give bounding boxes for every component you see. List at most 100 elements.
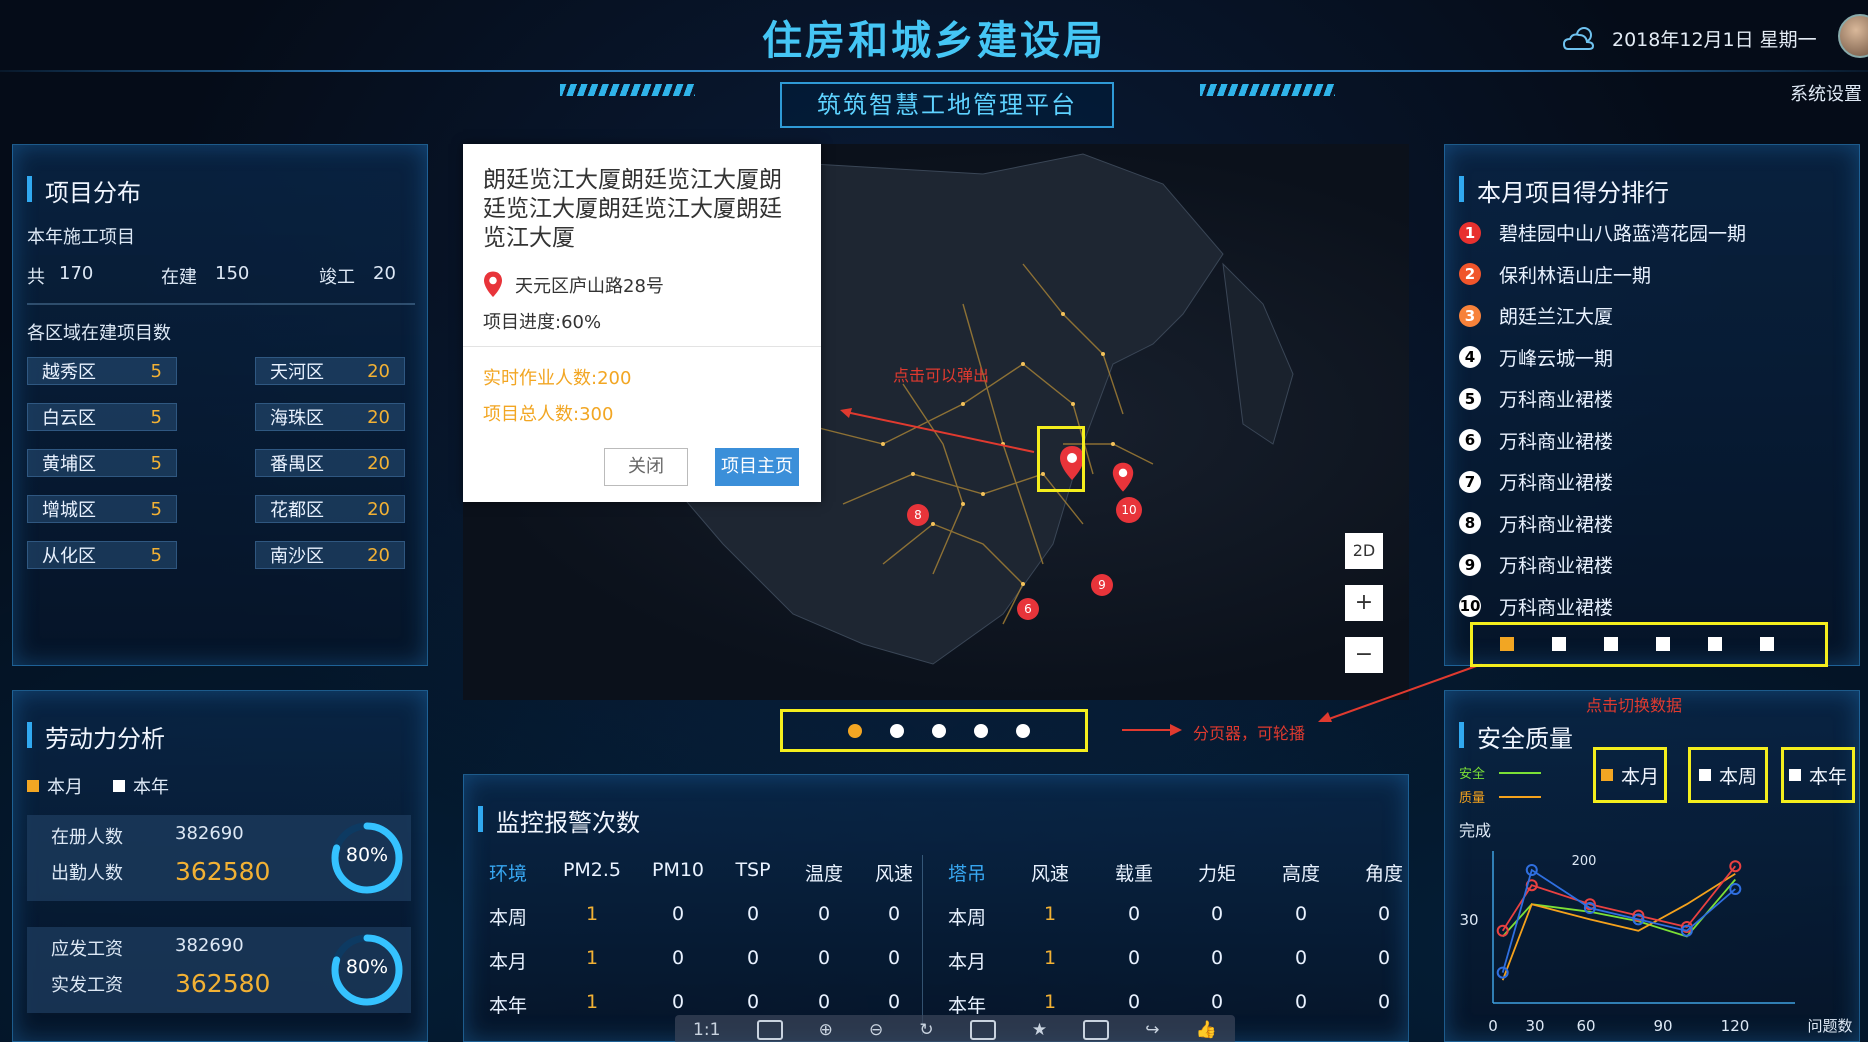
legend-safety-label: 安全 [1459, 767, 1486, 782]
district-item[interactable]: 海珠区 20 [255, 403, 405, 431]
pager-dot[interactable] [848, 724, 862, 738]
rank-item[interactable]: 8 万科商业裙楼 [1459, 510, 1613, 537]
table-cell: 1 [585, 991, 599, 1013]
total-value: 170 [59, 263, 94, 284]
safety-line-chart: 0 30 60 90 120 30 问题数 200 [1459, 851, 1853, 1035]
zoom-ratio[interactable]: 1:1 [693, 1020, 720, 1040]
paid-label: 实发工资 [51, 974, 123, 996]
rank-pager [1481, 637, 1793, 651]
district-count: 5 [150, 360, 162, 382]
table-header: 塔吊 [947, 863, 986, 885]
rank-project-name: 万科商业裙楼 [1499, 389, 1614, 411]
district-item[interactable]: 越秀区 5 [27, 357, 177, 385]
table-cell: 0 [887, 947, 901, 969]
table-header: 力矩 [1197, 863, 1236, 885]
like-icon[interactable]: 👍 [1196, 1020, 1217, 1040]
map-2d-button[interactable]: 2D [1345, 533, 1383, 569]
rank-project-name: 万科商业裙楼 [1499, 513, 1614, 536]
district-count: 5 [150, 406, 162, 428]
popup-close-button[interactable]: 关闭 [604, 448, 688, 486]
pager-dot[interactable] [1016, 724, 1030, 738]
row-label: 本周 [947, 907, 986, 929]
rank-project-name: 万科商业裙楼 [1499, 555, 1614, 577]
rank-item[interactable]: 2 保利林语山庄一期 [1459, 261, 1651, 288]
pager-dot[interactable] [890, 724, 904, 738]
table-cell: 0 [1210, 991, 1224, 1013]
zoom-in-icon[interactable]: ⊕ [819, 1020, 833, 1040]
rank-badge: 9 [1459, 553, 1481, 576]
payable-row: 应发工资 382690 [51, 935, 244, 961]
map-marker-6[interactable]: 6 [1017, 598, 1039, 620]
rank-item[interactable]: 10 万科商业裙楼 [1459, 593, 1613, 620]
legend-month[interactable]: 本月 [27, 773, 83, 799]
system-settings-link[interactable]: 系统设置 [1790, 80, 1862, 106]
rank-item[interactable]: 1 碧桂园中山八路蓝湾花园一期 [1459, 219, 1746, 246]
x-tick-label: 120 [1721, 1017, 1750, 1035]
district-name: 海珠区 [270, 408, 324, 429]
popup-home-button[interactable]: 项目主页 [715, 448, 799, 486]
district-count: 5 [150, 498, 162, 520]
map-marker-8[interactable]: 8 [907, 504, 929, 526]
popup-workers-now: 实时作业人数:200 [483, 368, 632, 389]
table-header: PM10 [651, 859, 705, 881]
map-marker-10[interactable]: 10 [1116, 497, 1142, 523]
zoom-out-icon[interactable]: ⊖ [869, 1020, 883, 1040]
rank-item[interactable]: 4 万峰云城一期 [1459, 344, 1613, 371]
district-count: 20 [367, 498, 390, 520]
district-item[interactable]: 增城区 5 [27, 495, 177, 523]
rank-item[interactable]: 6 万科商业裙楼 [1459, 427, 1613, 454]
rank-item[interactable]: 9 万科商业裙楼 [1459, 551, 1613, 578]
rank-pager-square[interactable] [1656, 637, 1670, 651]
star-icon[interactable]: ★ [1032, 1020, 1047, 1040]
annotation-highlight-marker [1037, 426, 1085, 492]
pager-dot[interactable] [974, 724, 988, 738]
rank-pager-square[interactable] [1708, 637, 1722, 651]
rank-item[interactable]: 3 朗廷兰江大厦 [1459, 302, 1613, 329]
btn-this-month[interactable]: 本月 [1593, 747, 1667, 803]
map-marker[interactable] [1110, 461, 1136, 495]
district-item[interactable]: 天河区 20 [255, 357, 405, 385]
fit-screen-icon[interactable] [756, 1020, 783, 1040]
copy-icon[interactable] [1083, 1020, 1110, 1040]
project-popup: 朗廷览江大厦朗廷览江大厦朗廷览江大厦朗廷览江大厦朗廷览江大厦 天元区庐山路28号… [463, 144, 821, 502]
table-header: 风速 [874, 863, 913, 885]
annotation-switch-data: 点击切换数据 [1586, 696, 1683, 715]
district-item[interactable]: 南沙区 20 [255, 541, 405, 569]
rank-item[interactable]: 7 万科商业裙楼 [1459, 468, 1613, 495]
building-value: 150 [215, 263, 250, 284]
district-item[interactable]: 黄埔区 5 [27, 449, 177, 477]
legend-year[interactable]: 本年 [113, 773, 169, 799]
table-cell: 0 [1127, 947, 1141, 969]
labor-analysis-panel: 劳动力分析 本月 本年 在册人数 382690 出勤人数 362580 80% … [12, 690, 428, 1042]
rotate-icon[interactable]: ↻ [919, 1020, 933, 1040]
rank-pager-square[interactable] [1552, 637, 1566, 651]
district-item[interactable]: 从化区 5 [27, 541, 177, 569]
rank-pager-square[interactable] [1500, 637, 1514, 651]
btn-this-week[interactable]: 本周 [1688, 747, 1768, 803]
popup-project-title: 朗廷览江大厦朗廷览江大厦朗廷览江大厦朗廷览江大厦朗廷览江大厦 [483, 167, 782, 251]
save-icon[interactable] [969, 1020, 996, 1040]
rank-pager-square[interactable] [1760, 637, 1774, 651]
table-cell: 1 [585, 903, 599, 925]
map-zoom-in-button[interactable]: + [1345, 585, 1383, 621]
rank-item[interactable]: 5 万科商业裙楼 [1459, 385, 1613, 412]
district-name: 白云区 [42, 408, 96, 429]
district-count: 20 [367, 406, 390, 428]
district-item[interactable]: 花都区 20 [255, 495, 405, 523]
year-projects-label: 本年施工项目 [27, 227, 135, 248]
rank-pager-square[interactable] [1604, 637, 1618, 651]
mode-marker [1788, 769, 1801, 781]
district-count: 20 [367, 544, 390, 566]
share-icon[interactable]: ↪ [1145, 1020, 1159, 1040]
district-item[interactable]: 白云区 5 [27, 403, 177, 431]
btn-this-year[interactable]: 本年 [1781, 747, 1855, 803]
district-item[interactable]: 番禺区 20 [255, 449, 405, 477]
legend-line [1499, 771, 1542, 774]
attendance-value: 362580 [175, 857, 271, 886]
row-label: 本年 [947, 995, 986, 1017]
map-marker-9[interactable]: 9 [1091, 574, 1113, 596]
x-axis-label: 问题数 [1807, 1017, 1852, 1035]
popup-workers-total: 项目总人数:300 [483, 404, 614, 425]
rank-badge: 3 [1459, 304, 1481, 327]
pager-dot[interactable] [932, 724, 946, 738]
